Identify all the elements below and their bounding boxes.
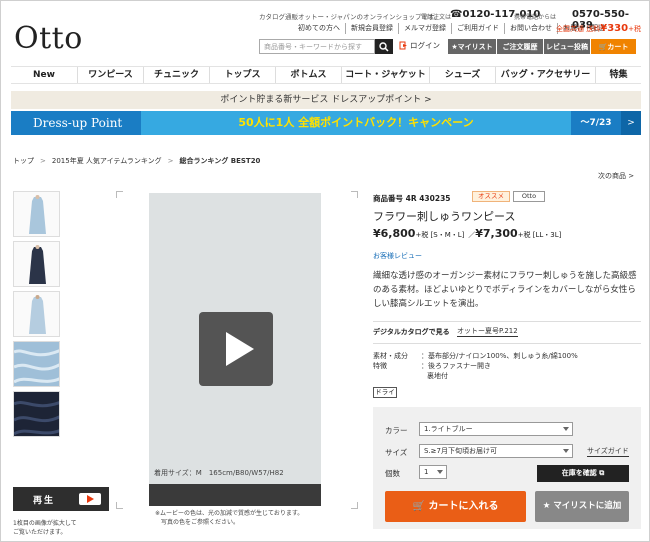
color-select[interactable]: 1.ライトブルー [419,422,573,436]
nav-new[interactable]: New [11,67,77,83]
product-price: ¥6,800+税 [S・M・L] ／¥7,300+税 [LL・3L] [373,227,562,240]
product-number: 商品番号 4R 430235 [373,194,451,203]
catalog-tagline: カタログ通販オットー・ジャパンのオンラインショップです。 [259,13,441,21]
link-contact[interactable]: お問い合わせ [504,23,557,34]
color-label: カラー [385,426,408,435]
quantity-label: 個数 [385,469,400,478]
digital-catalog-label: デジタルカタログで見る [373,328,450,336]
search-icon [379,42,389,52]
otto-logo[interactable]: Otto [14,21,83,56]
frame-corner [351,191,358,198]
category-nav: New ワンピース チュニック トップス ボトムス コート・ジャケット シューズ… [11,66,641,84]
link-first-time[interactable]: 初めての方へ [293,23,345,34]
digital-catalog-link[interactable]: オットー夏号P.212 [457,327,518,337]
thumbnail-1[interactable] [13,191,60,237]
page: Otto カタログ通販オットー・ジャパンのオンラインショップです。 電話注文は … [0,0,650,542]
window-icon: ⧉ [599,469,605,477]
cart-icon: 🛒 [598,42,608,51]
chevron-right-icon: > [621,111,641,135]
link-newsletter[interactable]: メルマガ登録 [398,23,451,34]
fabric-navy-image [14,392,59,436]
divider [373,343,641,344]
add-to-cart-button[interactable]: 🛒 カートに入れる [385,491,526,522]
link-guide[interactable]: ご利用ガイド [451,23,504,34]
nav-coat-jacket[interactable]: コート・ジャケット [341,67,429,83]
nav-shoes[interactable]: シューズ [429,67,495,83]
phone-icon: ☎ [450,9,463,20]
thumbnail-3[interactable] [13,291,60,337]
play-bar[interactable]: 再生 [13,487,109,511]
breadcrumb-separator-icon: > [40,157,46,165]
product-name: フラワー刺しゅうワンピース [373,210,516,223]
spec-lining: 裏地付 [427,372,448,380]
campaign-banner-date: ～7/23 [571,111,621,135]
nav-tops[interactable]: トップス [209,67,275,83]
breadcrumb: トップ >2015年夏 人気アイテムランキング > 総合ランキング BEST20 [13,156,260,166]
chevron-down-icon [563,427,569,431]
video-note: ※ムービーの色は、光の加減で質感が生じております。 写真の色をご参照ください。 [155,510,304,526]
video-play-button[interactable] [199,312,273,386]
breadcrumb-separator-icon: > [167,157,174,165]
fabric-lightblue-image [14,342,59,386]
mobile-label: 携帯電話からは [514,14,557,21]
search-input[interactable]: 商品番号・キーワードから探す [259,39,375,54]
recommend-badge: オススメ [472,191,510,202]
check-stock-button[interactable]: 在庫を確認 ⧉ [537,465,629,482]
dress-navy-image [14,242,59,286]
thumbnail-5[interactable] [13,391,60,437]
campaign-banner-title: Dress-up Point [11,111,141,135]
login-icon [399,41,407,50]
customer-review-link[interactable]: お客様レビュー [373,251,422,261]
size-select[interactable]: S.≥7月下旬頃お届け可 [419,444,573,458]
care-badge: ドライ [373,387,397,398]
quantity-select[interactable]: 1 [419,465,447,479]
thumbnail-2[interactable] [13,241,60,287]
chevron-down-icon [437,470,443,474]
play-icon[interactable] [79,493,101,505]
frame-corner [116,191,123,198]
phone-label: 電話注文は [421,14,452,21]
breadcrumb-current: 総合ランキング BEST20 [179,157,261,165]
cart-icon: 🛒 [412,501,425,512]
breadcrumb-ranking[interactable]: 2015年夏 人気アイテムランキング [52,157,162,165]
add-to-mylist-button[interactable]: ★ マイリストに追加 [535,491,629,522]
brand-badge: Otto [513,191,545,202]
nav-bottoms[interactable]: ボトムス [275,67,341,83]
thumbnail-4[interactable] [13,341,60,387]
dress-back-image [14,292,59,336]
model-size-caption: 着用サイズ：M 165cm/B80/W57/H82 [154,469,284,477]
spec-material: 素材・成分 ：基布部分/ナイロン100%、刺しゅう糸/綿100% [373,352,578,360]
size-label: サイズ [385,448,408,457]
frame-corner [116,502,123,509]
nav-tunic[interactable]: チュニック [143,67,209,83]
dress-front-image [14,192,59,236]
next-product-link[interactable]: 次の商品 > [598,171,634,181]
login-link[interactable]: ログイン [399,40,440,51]
divider [373,321,641,322]
nav-feature[interactable]: 特集 [595,67,641,83]
order-history-button[interactable]: ご注文履歴 [497,39,543,54]
play-label: 再生 [33,496,56,506]
points-banner[interactable]: ポイント貯まる新サービス ドレスアップポイント > [11,91,641,109]
search-button[interactable] [375,39,393,54]
cart-button[interactable]: 🛒 カート [591,39,636,54]
product-description: 繊細な透け感のオーガンジー素材にフラワー刺しゅうを施した高級感のある素材。ほどよ… [373,271,637,309]
spec-feature: 特徴 ：後ろファスナー開き [373,362,491,370]
campaign-banner-text: 50人に1人 全額ポイントバック！キャンペーン [238,116,474,129]
chevron-down-icon [563,449,569,453]
shipping-fee: 全国共通 送料¥330+税 [556,23,641,34]
breadcrumb-top[interactable]: トップ [13,157,34,165]
thumbnail-note: 1枚目の画像が拡大して ご覧いただけます。 [13,520,77,536]
nav-bags-accessories[interactable]: バッグ・アクセサリー [495,67,595,83]
link-register[interactable]: 新規会員登録 [345,23,398,34]
video-floor [149,484,321,506]
nav-onepiece[interactable]: ワンピース [77,67,143,83]
frame-corner [351,502,358,509]
size-guide-link[interactable]: サイズガイド [587,447,629,457]
review-post-button[interactable]: レビュー投稿 [544,39,590,54]
campaign-banner[interactable]: Dress-up Point 50人に1人 全額ポイントバック！キャンペーン ～… [11,111,641,135]
mylist-button[interactable]: ★マイリスト [448,39,496,54]
